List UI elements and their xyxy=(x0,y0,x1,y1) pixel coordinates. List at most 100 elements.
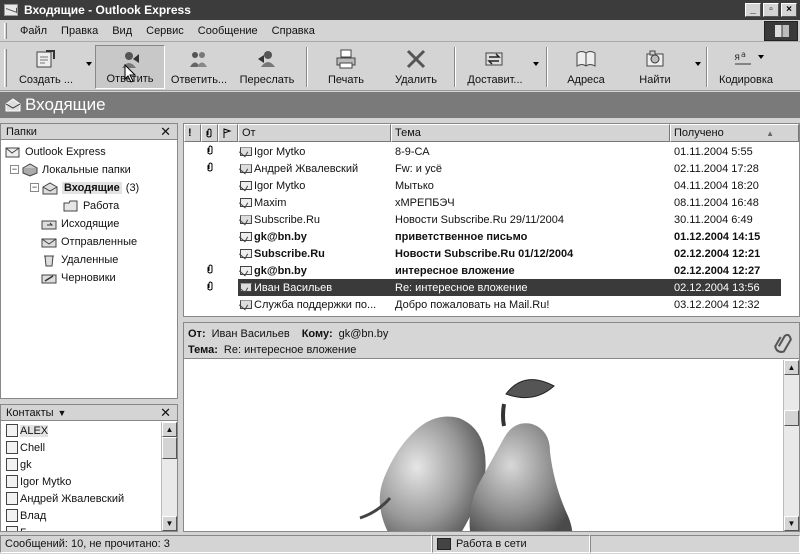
message-row[interactable]: gk@bn.by приветственное письмо 01.12.2004 … xyxy=(184,228,799,245)
folder-drafts[interactable]: Черновики xyxy=(41,269,116,286)
find-button[interactable]: Найти xyxy=(626,45,684,89)
svg-text:a: a xyxy=(741,50,746,59)
contacts-pane-header[interactable]: Контакты ▼ ✕ xyxy=(1,405,177,421)
menu-help[interactable]: Справка xyxy=(265,25,322,37)
contacts-pane-close-icon[interactable]: ✕ xyxy=(160,405,171,420)
reply-all-icon xyxy=(190,52,207,67)
menu-view[interactable]: Вид xyxy=(105,25,139,37)
folder-inbox[interactable]: − Входящие (3) xyxy=(30,179,139,196)
toolbar-separator xyxy=(454,47,456,87)
message-subject: Re: интересное вложение xyxy=(395,281,528,294)
windows-logo-icon xyxy=(764,21,798,41)
toolbar-grip[interactable] xyxy=(4,49,7,87)
forward-label: Переслать xyxy=(239,74,295,86)
menu-message[interactable]: Сообщение xyxy=(191,25,265,37)
column-from[interactable]: От xyxy=(238,124,391,142)
send-receive-dropdown-arrow[interactable] xyxy=(533,62,539,66)
message-from: Иван Васильев xyxy=(254,281,333,294)
message-row[interactable]: Андрей Жвалевский Fw: и усё 02.11.2004 17:… xyxy=(184,160,799,177)
folder-local-folders[interactable]: − Локальные папки xyxy=(10,161,131,178)
message-row[interactable]: Maxim хМРЕПБЭЧ 08.11.2004 16:48 xyxy=(184,194,799,211)
contact-item[interactable]: ALEX xyxy=(1,422,161,439)
contact-item[interactable]: Chell xyxy=(1,439,161,456)
folder-deleted[interactable]: Удаленные xyxy=(41,251,118,268)
folder-outlook-express[interactable]: Outlook Express xyxy=(5,143,106,160)
reply-button[interactable]: Ответить xyxy=(95,45,165,89)
folder-work[interactable]: Работа xyxy=(63,197,119,214)
message-row[interactable]: Служба поддержки по... Добро пожаловать н… xyxy=(184,296,799,313)
collapse-toggle[interactable]: − xyxy=(10,165,19,174)
forward-button[interactable]: Переслать xyxy=(236,45,298,89)
preview-subject: Re: интересное вложение xyxy=(223,344,357,356)
delete-button[interactable]: Удалить xyxy=(386,45,446,89)
collapse-toggle[interactable]: − xyxy=(30,183,39,192)
new-message-icon xyxy=(36,50,55,68)
scroll-up-button[interactable]: ▲ xyxy=(784,360,799,375)
minimize-button[interactable]: _ xyxy=(745,3,761,17)
address-book-icon xyxy=(576,51,596,67)
addresses-button[interactable]: Адреса xyxy=(558,45,614,89)
column-subject[interactable]: Тема xyxy=(391,124,670,142)
scroll-down-button[interactable]: ▼ xyxy=(784,516,799,531)
message-row[interactable]: gk@bn.by интересное вложение 02.12.2004 12… xyxy=(184,262,799,279)
folder-outbox[interactable]: Исходящие xyxy=(41,215,119,232)
column-priority[interactable]: ! xyxy=(184,124,201,142)
menu-edit[interactable]: Правка xyxy=(54,25,105,37)
status-empty xyxy=(590,535,800,553)
folder-sent[interactable]: Отправленные xyxy=(41,233,137,250)
message-rows: Igor Mytko 8-9-СА 01.11.2004 5:55 Андрей Жв… xyxy=(184,143,799,313)
contacts-dropdown-icon[interactable]: ▼ xyxy=(58,408,67,418)
message-from: gk@bn.by xyxy=(254,264,307,277)
menu-file[interactable]: Файл xyxy=(13,25,54,37)
contact-item[interactable]: Влад xyxy=(1,507,161,524)
envelope-icon xyxy=(238,147,254,156)
preview-to: gk@bn.by xyxy=(338,328,389,340)
encoding-button[interactable]: яa Кодировка xyxy=(714,45,778,89)
column-flag[interactable] xyxy=(218,124,238,142)
scroll-thumb[interactable] xyxy=(162,437,177,459)
message-received: 02.11.2004 17:28 xyxy=(674,162,759,175)
create-label: Создать ... xyxy=(18,74,74,86)
contact-item[interactable]: Андрей Жвалевский xyxy=(1,490,161,507)
message-row[interactable]: Subscribe.Ru Новости Subscribe.Ru 01/12/2… xyxy=(184,245,799,262)
attachment-paperclip-icon[interactable] xyxy=(773,331,793,355)
toolbar-separator xyxy=(546,47,548,87)
title-bar[interactable]: Входящие - Outlook Express _ ▫ × xyxy=(0,0,800,20)
message-highlight: Служба поддержки по... Добро пожаловать н… xyxy=(238,296,781,313)
column-attachment[interactable] xyxy=(201,124,218,142)
folders-pane-close-icon[interactable]: ✕ xyxy=(160,124,171,139)
contact-item[interactable]: gk xyxy=(1,456,161,473)
encoding-dropdown-arrow[interactable] xyxy=(758,55,764,59)
scroll-up-button[interactable]: ▲ xyxy=(162,422,177,437)
message-row[interactable]: Igor Mytko 8-9-СА 01.11.2004 5:55 xyxy=(184,143,799,160)
message-highlight: Андрей Жвалевский Fw: и усё 02.11.2004 17:… xyxy=(238,160,781,177)
contact-item[interactable]: Igor Mytko xyxy=(1,473,161,490)
contact-item[interactable]: Г xyxy=(1,524,161,531)
contacts-pane: Контакты ▼ ✕ ALEX Chell gk Igor Mytko Ан… xyxy=(0,404,178,532)
message-row[interactable]: Igor Mytko Мытько 04.11.2004 18:20 xyxy=(184,177,799,194)
menu-tools[interactable]: Сервис xyxy=(139,25,191,37)
contacts-scrollbar[interactable]: ▲ ▼ xyxy=(161,422,177,531)
send-receive-button[interactable]: Доставит... xyxy=(460,45,530,89)
reply-all-button[interactable]: Ответить... xyxy=(166,45,232,89)
message-row[interactable]: Subscribe.Ru Новости Subscribe.Ru 29/11/2… xyxy=(184,211,799,228)
message-subject: Добро пожаловать на Mail.Ru! xyxy=(395,298,550,311)
find-dropdown-arrow[interactable] xyxy=(695,62,701,66)
attachment-cell xyxy=(201,162,218,176)
scroll-down-button[interactable]: ▼ xyxy=(162,516,177,531)
create-dropdown-arrow[interactable] xyxy=(86,62,92,66)
preview-scrollbar[interactable]: ▲ ▼ xyxy=(783,360,799,531)
message-subject: Новости Subscribe.Ru 01/12/2004 xyxy=(395,247,574,260)
envelope-icon xyxy=(238,215,254,224)
menu-grip[interactable] xyxy=(4,22,7,39)
scroll-thumb[interactable] xyxy=(784,410,799,426)
print-button[interactable]: Печать xyxy=(318,45,374,89)
close-button[interactable]: × xyxy=(781,3,797,17)
create-button[interactable]: Создать ... xyxy=(10,45,82,89)
message-from: Андрей Жвалевский xyxy=(254,162,359,175)
maximize-button[interactable]: ▫ xyxy=(763,3,779,17)
message-row[interactable]: Иван Васильев Re: интересное вложение 02.1… xyxy=(184,279,799,296)
mouse-cursor-icon xyxy=(124,64,137,83)
column-received[interactable]: Получено ▲ xyxy=(670,124,799,142)
toolbar-separator xyxy=(706,47,708,87)
